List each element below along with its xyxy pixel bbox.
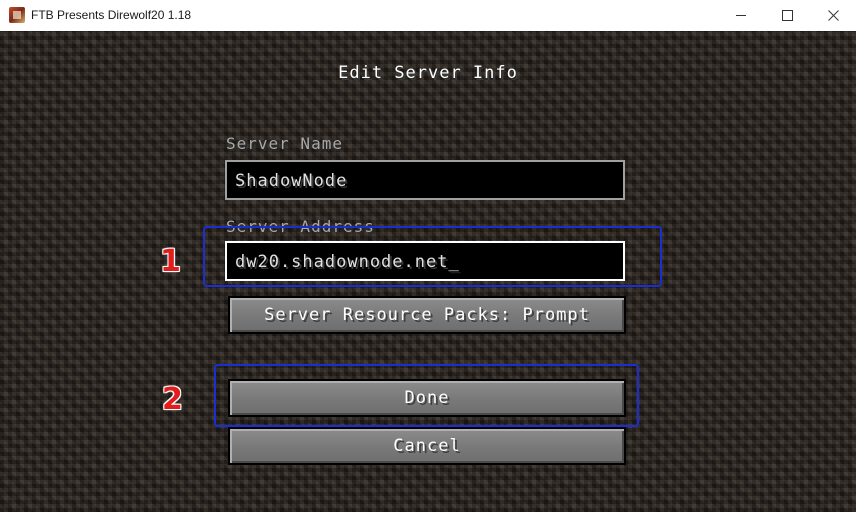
maximize-icon bbox=[781, 10, 793, 21]
server-name-field[interactable]: ShadowNode bbox=[225, 160, 625, 200]
close-icon bbox=[827, 10, 839, 21]
game-screen: Edit Server Info Server Name ShadowNode … bbox=[0, 31, 856, 512]
annotation-box-1 bbox=[203, 226, 662, 287]
close-button[interactable] bbox=[810, 0, 856, 31]
resource-packs-button[interactable]: Server Resource Packs: Prompt bbox=[228, 296, 626, 334]
app-icon bbox=[9, 7, 25, 23]
annotation-number-2: 2 bbox=[162, 382, 183, 417]
cancel-button[interactable]: Cancel bbox=[228, 427, 626, 465]
page-title: Edit Server Info bbox=[338, 63, 518, 83]
minimize-button[interactable] bbox=[718, 0, 764, 31]
window-title: FTB Presents Direwolf20 1.18 bbox=[31, 8, 192, 22]
title-bar: FTB Presents Direwolf20 1.18 bbox=[0, 0, 856, 31]
annotation-number-1: 1 bbox=[160, 244, 181, 279]
annotation-box-2 bbox=[214, 364, 639, 427]
app-window: FTB Presents Direwolf20 1.18 Edit Server… bbox=[0, 0, 856, 512]
server-name-label: Server Name bbox=[226, 134, 343, 153]
maximize-button[interactable] bbox=[764, 0, 810, 31]
minimize-icon bbox=[736, 15, 746, 16]
